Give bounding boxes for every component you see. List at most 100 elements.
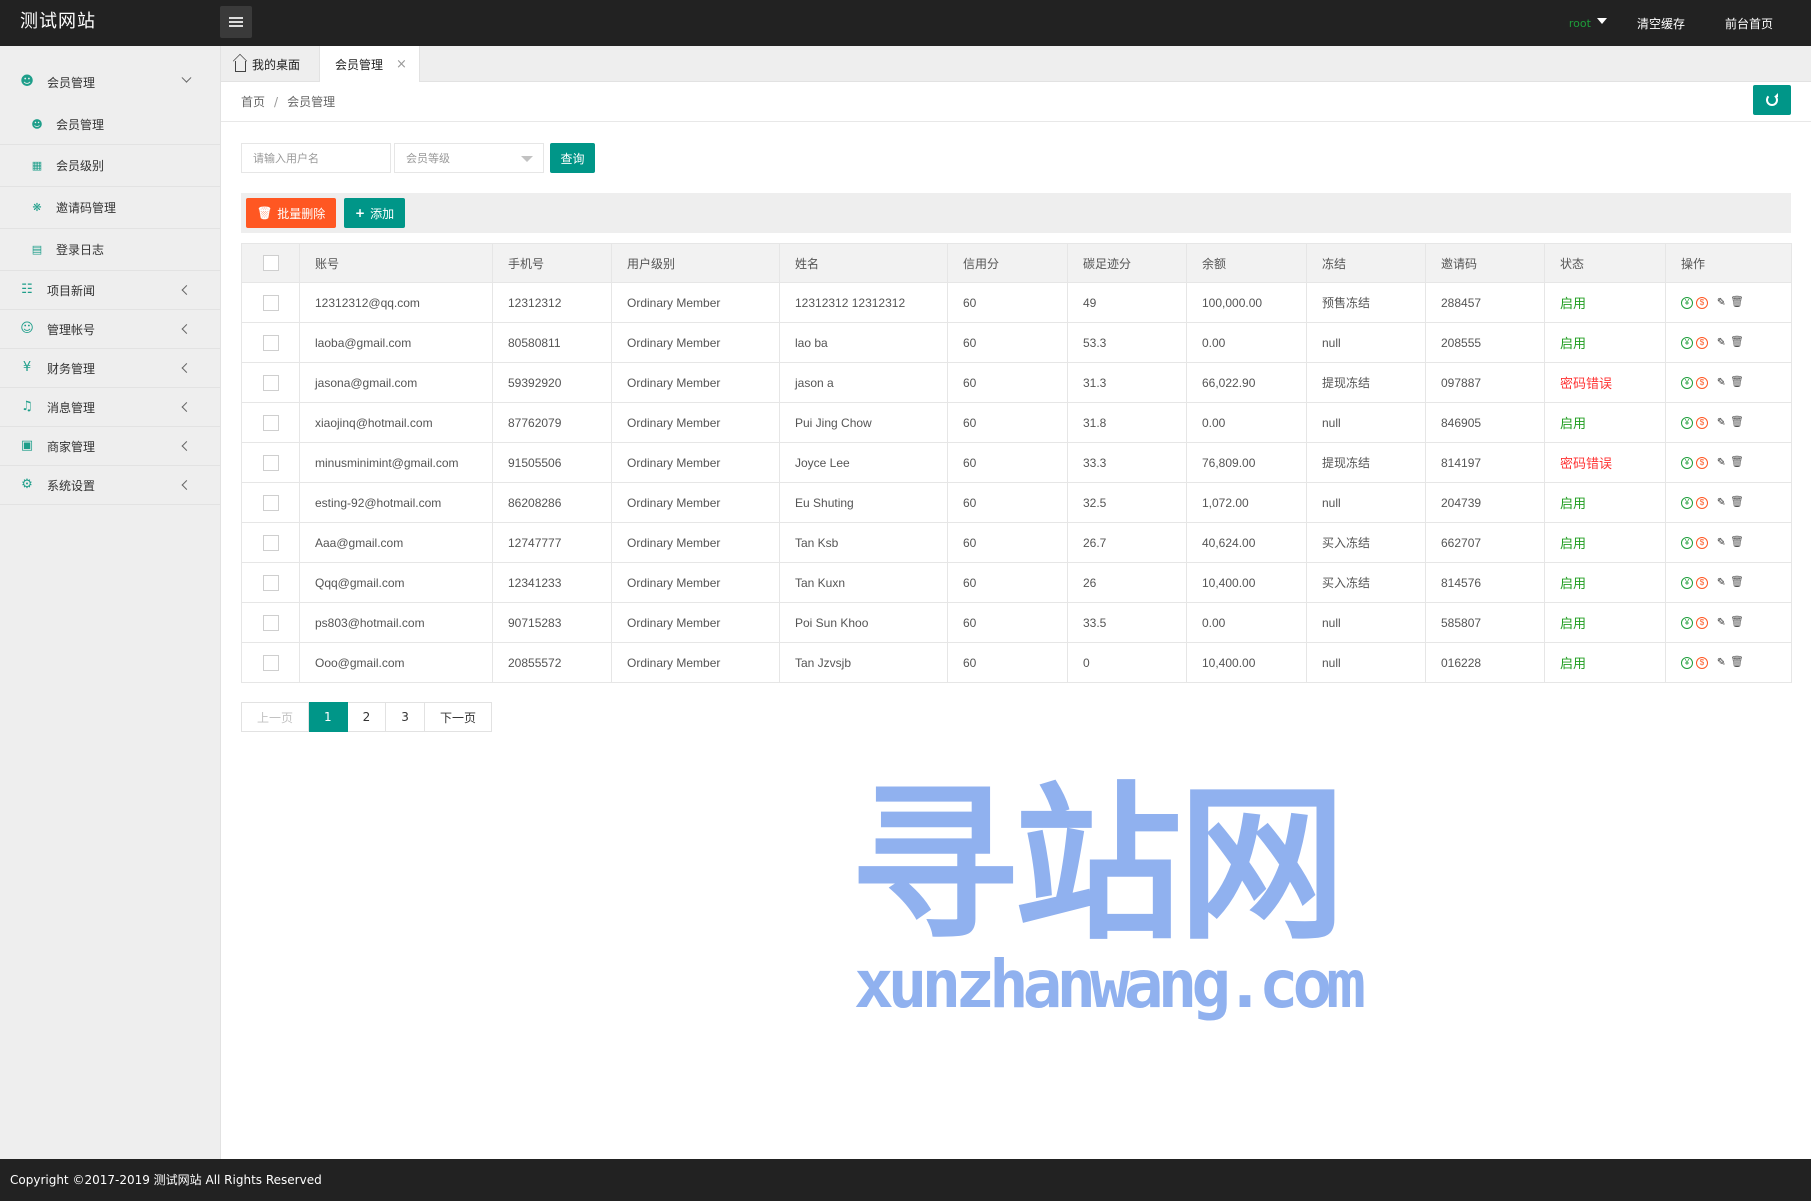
edit-icon[interactable]: ✏ (1711, 573, 1729, 591)
next-page-button[interactable]: 下一页 (424, 702, 492, 732)
page-button-3[interactable]: 3 (386, 702, 425, 732)
dollar-deduct-icon[interactable]: $ (1696, 296, 1708, 309)
clear-cache-link[interactable]: 清空缓存 (1637, 15, 1685, 32)
row-checkbox[interactable] (262, 454, 279, 471)
yen-recharge-icon[interactable]: ¥ (1681, 616, 1693, 629)
edit-icon[interactable]: ✏ (1711, 373, 1729, 391)
batch-delete-button[interactable]: 🗑 批量删除 (246, 198, 337, 228)
yen-recharge-icon[interactable]: ¥ (1681, 336, 1693, 349)
delete-icon[interactable]: 🗑 (1730, 536, 1744, 549)
username-search-input[interactable]: 请输入用户名 (241, 143, 391, 173)
status-badge[interactable]: 启用 (1560, 616, 1586, 631)
delete-icon[interactable]: 🗑 (1730, 336, 1744, 349)
status-badge[interactable]: 启用 (1560, 496, 1586, 511)
query-button[interactable]: 查询 (550, 143, 595, 173)
sidebar-item-admin[interactable]: ☺ 管理帐号 (0, 310, 220, 348)
row-checkbox[interactable] (262, 534, 279, 551)
edit-icon[interactable]: ✏ (1711, 493, 1729, 511)
select-all-checkbox[interactable] (262, 255, 279, 271)
cell-name: Tan Jzvsjb (779, 642, 948, 683)
page-button-1[interactable]: 1 (309, 702, 348, 732)
row-checkbox[interactable] (262, 334, 279, 351)
edit-icon[interactable]: ✏ (1711, 653, 1729, 671)
delete-icon[interactable]: 🗑 (1730, 456, 1744, 469)
sidebar-item-members[interactable]: ☻ 会员管理 (0, 46, 220, 104)
watermark: 寻站网 xunzhanwang.com (850, 780, 1390, 1040)
edit-icon[interactable]: ✏ (1711, 413, 1729, 431)
yen-recharge-icon[interactable]: ¥ (1681, 296, 1693, 309)
dollar-deduct-icon[interactable]: $ (1696, 416, 1708, 429)
row-checkbox[interactable] (262, 374, 279, 391)
dollar-deduct-icon[interactable]: $ (1696, 376, 1708, 389)
edit-icon[interactable]: ✏ (1711, 453, 1729, 471)
row-checkbox[interactable] (262, 494, 279, 511)
status-badge[interactable]: 密码错误 (1560, 456, 1612, 471)
column-header: 姓名 (779, 243, 948, 283)
edit-icon[interactable]: ✏ (1711, 333, 1729, 351)
yen-recharge-icon[interactable]: ¥ (1681, 456, 1693, 469)
edit-icon[interactable]: ✏ (1711, 533, 1729, 551)
row-checkbox[interactable] (262, 574, 279, 591)
page-button-2[interactable]: 2 (347, 702, 387, 732)
row-select-cell (241, 562, 300, 603)
sidebar-item-finance[interactable]: ¥ 财务管理 (0, 349, 220, 387)
front-home-link[interactable]: 前台首页 (1725, 15, 1773, 32)
dollar-deduct-icon[interactable]: $ (1696, 456, 1708, 469)
yen-recharge-icon[interactable]: ¥ (1681, 536, 1693, 549)
status-badge[interactable]: 启用 (1560, 576, 1586, 591)
sidebar-subitem-login-log[interactable]: ▤ 登录日志 (0, 228, 220, 270)
dollar-deduct-icon[interactable]: $ (1696, 336, 1708, 349)
user-menu[interactable]: root (1569, 17, 1591, 30)
yen-icon: ¥ (22, 360, 32, 375)
table-row: xiaojinq@hotmail.com 87762079 Ordinary Mem… (241, 402, 1792, 443)
row-checkbox[interactable] (262, 414, 279, 431)
yen-recharge-icon[interactable]: ¥ (1681, 576, 1693, 589)
edit-icon[interactable]: ✏ (1711, 293, 1729, 311)
status-badge[interactable]: 启用 (1560, 336, 1586, 351)
delete-icon[interactable]: 🗑 (1730, 296, 1744, 309)
add-button[interactable]: + 添加 (344, 198, 406, 228)
yen-recharge-icon[interactable]: ¥ (1681, 496, 1693, 509)
row-checkbox[interactable] (262, 614, 279, 631)
status-badge[interactable]: 启用 (1560, 296, 1586, 311)
menu-toggle-button[interactable] (220, 6, 252, 38)
delete-icon[interactable]: 🗑 (1730, 616, 1744, 629)
dollar-deduct-icon[interactable]: $ (1696, 656, 1708, 669)
cell-invite: 016228 (1425, 642, 1545, 683)
dollar-deduct-icon[interactable]: $ (1696, 616, 1708, 629)
sidebar-item-merchants[interactable]: ▣ 商家管理 (0, 427, 220, 465)
delete-icon[interactable]: 🗑 (1730, 376, 1744, 389)
sidebar-item-news[interactable]: ☷ 项目新闻 (0, 271, 220, 309)
delete-icon[interactable]: 🗑 (1730, 576, 1744, 589)
yen-recharge-icon[interactable]: ¥ (1681, 416, 1693, 429)
member-level-select[interactable]: 会员等级 (394, 143, 544, 173)
row-checkbox[interactable] (262, 654, 279, 671)
status-badge[interactable]: 启用 (1560, 656, 1586, 671)
status-badge[interactable]: 密码错误 (1560, 376, 1612, 391)
edit-icon[interactable]: ✏ (1711, 613, 1729, 631)
yen-recharge-icon[interactable]: ¥ (1681, 376, 1693, 389)
dollar-deduct-icon[interactable]: $ (1696, 576, 1708, 589)
yen-recharge-icon[interactable]: ¥ (1681, 656, 1693, 669)
refresh-button[interactable] (1753, 85, 1791, 115)
dollar-deduct-icon[interactable]: $ (1696, 496, 1708, 509)
close-icon[interactable]: × (396, 57, 407, 72)
site-title[interactable]: 测试网站 (20, 0, 96, 46)
row-checkbox[interactable] (262, 294, 279, 311)
sidebar-subitem-member-manage[interactable]: ☻ 会员管理 (0, 104, 220, 144)
sidebar-item-settings[interactable]: ⚙ 系统设置 (0, 466, 220, 504)
sidebar-item-messages[interactable]: ♫ 消息管理 (0, 388, 220, 426)
prev-page-button[interactable]: 上一页 (241, 702, 310, 732)
tab-my-desktop[interactable]: 我的桌面 (235, 46, 300, 82)
tab-member-manage[interactable]: 会员管理 × (319, 46, 420, 83)
caret-down-icon[interactable] (1596, 18, 1607, 24)
delete-icon[interactable]: 🗑 (1730, 496, 1744, 509)
delete-icon[interactable]: 🗑 (1730, 656, 1744, 669)
delete-icon[interactable]: 🗑 (1730, 416, 1744, 429)
sidebar-subitem-member-level[interactable]: ▦ 会员级别 (0, 144, 220, 186)
status-badge[interactable]: 启用 (1560, 536, 1586, 551)
status-badge[interactable]: 启用 (1560, 416, 1586, 431)
dollar-deduct-icon[interactable]: $ (1696, 536, 1708, 549)
breadcrumb-home[interactable]: 首页 (241, 95, 265, 109)
sidebar-subitem-invite-code[interactable]: ❋ 邀请码管理 (0, 186, 220, 228)
